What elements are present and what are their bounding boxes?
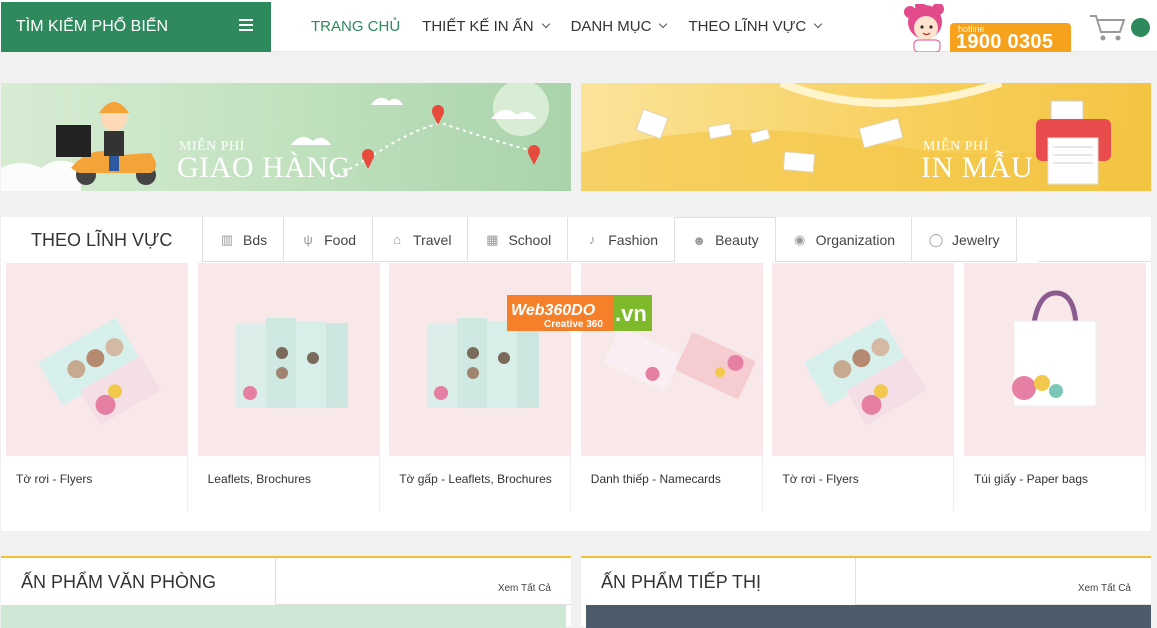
tab-label: School [508, 231, 552, 248]
chevron-down-icon [541, 19, 550, 29]
logo-brand-text: Web360DO [511, 302, 596, 319]
shoe-icon: ♪ [589, 232, 596, 247]
product-name[interactable]: Tờ rơi - Flyers [782, 472, 858, 486]
building-icon: ▥ [220, 231, 234, 247]
nav-categories[interactable]: DANH MỤC [570, 17, 668, 35]
section-divider [275, 558, 276, 605]
nav-home[interactable]: TRANG CHỦ [311, 18, 400, 35]
tab-label: Bds [243, 231, 268, 248]
product-card[interactable]: Leaflets, Brochures [197, 263, 380, 511]
nav-home-label: TRANG CHỦ [311, 17, 401, 35]
temple-icon: ⌂ [393, 232, 401, 247]
section-divider [855, 558, 856, 605]
product-name[interactable]: Danh thiếp - Namecards [591, 472, 721, 486]
product-image [389, 263, 572, 456]
office-products-section: ẤN PHẨM VĂN PHÒNG Xem Tất Cả [1, 556, 571, 628]
product-card[interactable]: Túi giấy - Paper bags [963, 263, 1146, 511]
marketing-products-section: ẤN PHẨM TIẾP THỊ Xem Tất Cả [581, 556, 1151, 628]
free-print-big: IN MẪU [921, 151, 1034, 184]
product-image [580, 263, 763, 456]
tab-beauty[interactable]: ☻ Beauty [674, 217, 775, 262]
section-title: ẤN PHẨM TIẾP THỊ [601, 572, 762, 592]
free-print-sample-banner[interactable]: MIỄN PHÍ IN MẪU [581, 83, 1151, 191]
nav-print-design-label: THIẾT KẾ IN ẤN [422, 17, 534, 35]
tab-label: Travel [413, 231, 452, 248]
utensils-icon: ψ [303, 232, 313, 247]
tab-travel[interactable]: ⌂ Travel [372, 217, 467, 262]
hotline-number: 1900 0305 [956, 31, 1054, 53]
mascot-icon [904, 4, 944, 52]
tabs-divider [1038, 261, 1151, 262]
popular-search-label: TÌM KIẾM PHỔ BIẾN [16, 18, 169, 35]
logo-sub-text: Creative 360 [544, 319, 603, 330]
see-all-link[interactable]: Xem Tất Cả [498, 583, 551, 594]
nav-print-design[interactable]: THIẾT KẾ IN ẤN [422, 17, 550, 35]
logo-tld-text: .vn [615, 301, 647, 326]
product-image [197, 263, 380, 456]
printer-illustration [581, 83, 1151, 191]
product-image [6, 263, 188, 456]
globe-icon: ◉ [793, 231, 806, 247]
product-name[interactable]: Túi giấy - Paper bags [974, 472, 1088, 486]
product-name[interactable]: Tờ rơi - Flyers [16, 472, 92, 486]
tab-label: Organization [815, 231, 896, 248]
sector-section: THEO LĨNH VỰC ▥ Bds ψ Food ⌂ Travel ▦ School… [1, 217, 1151, 531]
free-delivery-banner[interactable]: MIỄN PHÍ GIAO HÀNG [1, 83, 571, 191]
chevron-down-icon [814, 19, 823, 29]
product-image [963, 263, 1146, 456]
hotline-banner[interactable]: hotline 1900 0305 [898, 4, 1071, 53]
product-name[interactable]: Tờ gấp - Leaflets, Brochures [399, 472, 552, 486]
school-icon: ▦ [486, 231, 499, 247]
cart-icon[interactable] [1088, 12, 1128, 42]
hotline-box: hotline 1900 0305 [950, 23, 1071, 53]
cart-count-badge[interactable] [1131, 18, 1150, 37]
tab-label: Beauty [715, 232, 759, 248]
tab-fashion[interactable]: ♪ Fashion [567, 217, 674, 262]
nav-by-sector[interactable]: THEO LĨNH VỰC [688, 17, 823, 35]
tab-organization[interactable]: ◉ Organization [774, 217, 911, 262]
tab-food[interactable]: ψ Food [283, 217, 372, 262]
nav-by-sector-label: THEO LĨNH VỰC [688, 17, 807, 35]
tab-school[interactable]: ▦ School [467, 217, 567, 262]
product-card[interactable]: Tờ rơi - Flyers [6, 263, 188, 511]
product-card[interactable]: Tờ rơi - Flyers [772, 263, 955, 511]
product-name[interactable]: Leaflets, Brochures [208, 472, 311, 486]
tab-bds[interactable]: ▥ Bds [202, 217, 283, 262]
free-delivery-big: GIAO HÀNG [177, 151, 351, 184]
site-header: TÌM KIẾM PHỔ BIẾN TRANG CHỦ THIẾT KẾ IN … [0, 0, 1157, 53]
tab-jewelry[interactable]: ◯ Jewelry [911, 217, 1017, 262]
section-title: ẤN PHẨM VĂN PHÒNG [21, 572, 217, 592]
sector-title: THEO LĨNH VỰC [31, 230, 173, 250]
ring-icon: ◯ [928, 231, 944, 247]
tab-label: Food [324, 231, 357, 248]
nav-categories-label: DANH MỤC [570, 17, 652, 35]
product-image [772, 263, 955, 456]
tab-label: Fashion [608, 231, 659, 248]
tab-label: Jewelry [952, 231, 1000, 248]
chevron-down-icon [659, 19, 668, 29]
section-banner-image[interactable] [1, 605, 566, 628]
popular-search-button[interactable]: TÌM KIẾM PHỔ BIẾN [1, 2, 271, 52]
section-banner-image[interactable] [586, 605, 1151, 628]
see-all-link[interactable]: Xem Tất Cả [1078, 583, 1131, 594]
sector-tabs: ▥ Bds ψ Food ⌂ Travel ▦ School ♪ Fashion ☻ Bea… [202, 217, 1017, 262]
web360do-logo: Web360DO Creative 360 .vn [507, 295, 652, 331]
beauty-icon: ☻ [692, 232, 706, 248]
hamburger-menu-icon[interactable] [239, 19, 253, 33]
main-nav: TRANG CHỦ THIẾT KẾ IN ẤN DANH MỤC THEO L… [300, 0, 832, 52]
